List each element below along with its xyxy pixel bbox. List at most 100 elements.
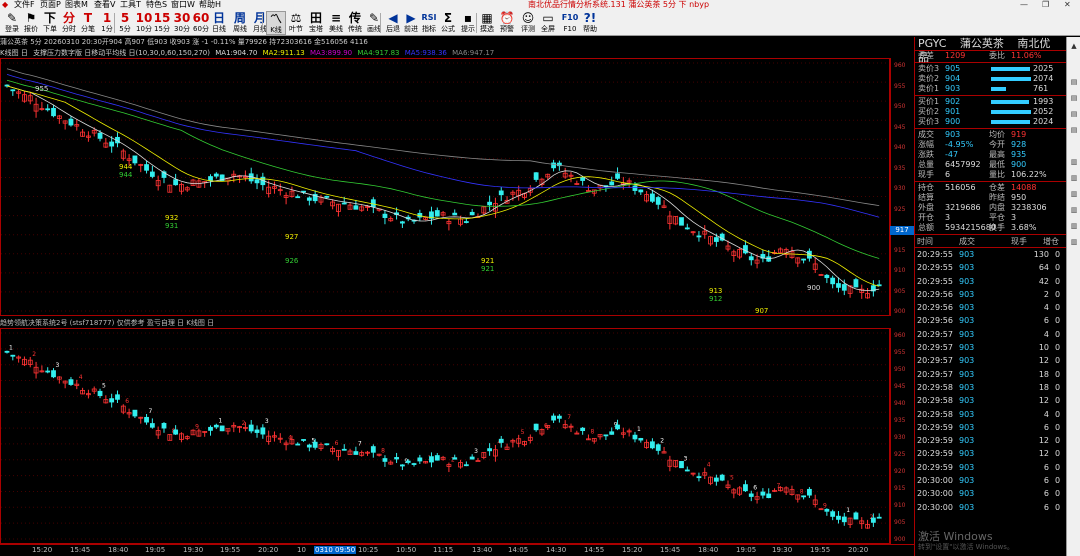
- toolbar-button-60分[interactable]: 60 60分: [191, 11, 211, 35]
- tick-row[interactable]: 20:29:55 903 42 0: [915, 275, 1066, 288]
- toolbar-button-30分[interactable]: 30 30分: [172, 11, 192, 35]
- side-tool-7-icon[interactable]: ▥: [1069, 189, 1079, 199]
- tick-row[interactable]: 20:30:00 903 6 0: [915, 487, 1066, 500]
- toolbar-button-叶节[interactable]: ⚖ 叶节: [286, 11, 306, 35]
- menu-item-0[interactable]: 文件F: [14, 0, 35, 10]
- kline-main-panel[interactable]: 955 944 944 932 931 927 926 921 921 913 912 907 900: [0, 58, 890, 316]
- signal-panel[interactable]: 12345678912345678912345678912345678912: [0, 328, 890, 544]
- toolbar-button-分时[interactable]: 分分时: [59, 11, 79, 35]
- level-price: 900: [945, 117, 961, 126]
- order-book-row[interactable]: 卖价1 903 761: [915, 84, 1066, 94]
- side-tool-8-icon[interactable]: ▥: [1069, 205, 1079, 215]
- candle-body: [556, 415, 562, 419]
- toolbar-button-帮助[interactable]: ?! 帮助: [580, 11, 600, 35]
- toolbar-label-23: 公式: [441, 25, 455, 33]
- menu-item-2[interactable]: 图表M: [65, 0, 88, 10]
- toolbar-button-指标[interactable]: RSI 指标: [419, 11, 439, 35]
- minimize-icon[interactable]: —: [1020, 0, 1028, 10]
- toolbar-button-评测[interactable]: ☺ 评测: [518, 11, 538, 35]
- tick-row[interactable]: 20:29:59 903 6 0: [915, 421, 1066, 434]
- candle-body: [830, 277, 836, 285]
- toolbar-button-后退[interactable]: ◀ 后退: [383, 11, 403, 35]
- toolbar-button-5分[interactable]: 5 5分: [115, 11, 135, 35]
- tick-row[interactable]: 20:29:57 903 10 0: [915, 341, 1066, 354]
- tick-row[interactable]: 20:29:59 903 6 0: [915, 461, 1066, 474]
- signal-panel-title[interactable]: 趋势领航决策系统2号 (stsf718777) 仅供参考 盈亏自理 日 K线图 …: [0, 319, 214, 327]
- menu-item-1[interactable]: 页面P: [40, 0, 61, 10]
- menu-item-5[interactable]: 特色S: [146, 0, 167, 10]
- toolbar-button-下单[interactable]: 下下单: [40, 11, 60, 35]
- tick-row[interactable]: 20:30:00 903 6 0: [915, 474, 1066, 487]
- menu-item-6[interactable]: 窗口W: [171, 0, 195, 10]
- candle-body: [115, 394, 120, 400]
- tick-row[interactable]: 20:29:58 903 18 0: [915, 381, 1066, 394]
- menu-item-7[interactable]: 帮助H: [199, 0, 221, 10]
- tick-row[interactable]: 20:29:58 903 12 0: [915, 394, 1066, 407]
- side-tool-2-icon[interactable]: ▤: [1069, 93, 1079, 103]
- toolbar-button-画线[interactable]: ✎ 画线: [364, 11, 384, 35]
- order-book-row[interactable]: 买价3 900 2024: [915, 117, 1066, 127]
- tick-row[interactable]: 20:29:56 903 2 0: [915, 288, 1066, 301]
- order-book-row[interactable]: 卖价2 904 2074: [915, 74, 1066, 84]
- toolbar-button-前进[interactable]: ▶ 前进: [401, 11, 421, 35]
- tick-row[interactable]: 20:29:59 903 12 0: [915, 447, 1066, 460]
- tick-row[interactable]: 20:29:56 903 4 0: [915, 301, 1066, 314]
- time-axis-label: 10:25: [358, 546, 379, 554]
- toolbar-button-周线[interactable]: 周周线: [230, 11, 250, 35]
- menu-item-3[interactable]: 查看V: [94, 0, 115, 10]
- toolbar-button-全屏[interactable]: ▭ 全屏: [538, 11, 558, 35]
- side-tool-10-icon[interactable]: ▥: [1069, 237, 1079, 247]
- stat-label: 换手: [989, 223, 1005, 232]
- toolbar-button-分笔[interactable]: T 分笔: [78, 11, 98, 35]
- kline-indicator-name[interactable]: 支撑压力数字版 日移动平均线 日(10,30,0,60,150,270): [33, 49, 210, 57]
- candle-body: [743, 245, 748, 254]
- toolbar-button-日线[interactable]: 日日线: [209, 11, 229, 35]
- tick-row[interactable]: 20:29:56 903 6 0: [915, 314, 1066, 327]
- toolbar-button-摸选[interactable]: ▦ 摸选: [477, 11, 497, 35]
- toolbar-label-7: 10分: [136, 25, 152, 33]
- toolbar-button-报价[interactable]: ⚑ 报价: [21, 11, 41, 35]
- toolbar-button-登录[interactable]: ✎ 登录: [2, 11, 22, 35]
- candle-body: [609, 181, 615, 186]
- tick-row[interactable]: 20:29:59 903 12 0: [915, 434, 1066, 447]
- toolbar-button-公式[interactable]: Σ 公式: [438, 11, 458, 35]
- tick-row[interactable]: 20:29:57 903 4 0: [915, 328, 1066, 341]
- candle-body: [713, 477, 719, 482]
- kline-main-chart[interactable]: 955 944944 932931 927 926 921921 913912 907 900: [1, 59, 889, 315]
- menu-item-4[interactable]: 工具T: [120, 0, 141, 10]
- kline-panel-title[interactable]: K线图 日: [0, 49, 28, 57]
- toolbar-button-K线[interactable]: 〽 K线: [266, 11, 286, 35]
- toolbar-button-美线[interactable]: ≡ 美线: [326, 11, 346, 35]
- side-tool-6-icon[interactable]: ▥: [1069, 173, 1079, 183]
- tick-row[interactable]: 20:29:55 903 130 0: [915, 248, 1066, 261]
- toolbar-button-宝塔[interactable]: 田宝塔: [306, 11, 326, 35]
- tick-row[interactable]: 20:30:00 903 6 0: [915, 501, 1066, 514]
- side-tool-1-icon[interactable]: ▤: [1069, 77, 1079, 87]
- toolbar-button-F10[interactable]: F10 F10: [560, 11, 580, 35]
- toolbar-button-传统[interactable]: 传传统: [345, 11, 365, 35]
- candle-body: [208, 176, 213, 181]
- candle-body: [173, 179, 179, 186]
- tick-row[interactable]: 20:29:58 903 4 0: [915, 408, 1066, 421]
- side-tool-4-icon[interactable]: ▤: [1069, 125, 1079, 135]
- tick-price: 903: [959, 422, 975, 432]
- collapse-icon[interactable]: ▲: [1069, 41, 1079, 51]
- order-book-row[interactable]: 买价2 901 2052: [915, 107, 1066, 117]
- signal-chart[interactable]: 12345678912345678912345678912345678912: [1, 329, 889, 543]
- toolbar-button-提示[interactable]: ▪ 提示: [458, 11, 478, 35]
- tick-row[interactable]: 20:29:57 903 12 0: [915, 354, 1066, 367]
- tick-list[interactable]: 20:29:55 903 130 0 20:29:55 903 64 0 20:29:55 903…: [915, 248, 1066, 514]
- side-tool-5-icon[interactable]: ▥: [1069, 157, 1079, 167]
- toolbar-button-10分[interactable]: 10 10分: [134, 11, 154, 35]
- side-tool-9-icon[interactable]: ▥: [1069, 221, 1079, 231]
- close-icon[interactable]: ✕: [1064, 0, 1071, 10]
- order-book-row[interactable]: 买价1 902 1993: [915, 97, 1066, 107]
- tick-row[interactable]: 20:29:55 903 64 0: [915, 261, 1066, 274]
- tick-price: 903: [959, 289, 975, 299]
- toolbar-button-预警[interactable]: ⏰ 预警: [497, 11, 517, 35]
- toolbar-button-15分[interactable]: 15 15分: [152, 11, 172, 35]
- side-tool-3-icon[interactable]: ▤: [1069, 109, 1079, 119]
- tick-row[interactable]: 20:29:57 903 18 0: [915, 368, 1066, 381]
- order-book-row[interactable]: 卖价3 905 2025: [915, 64, 1066, 74]
- restore-icon[interactable]: ❐: [1042, 0, 1049, 10]
